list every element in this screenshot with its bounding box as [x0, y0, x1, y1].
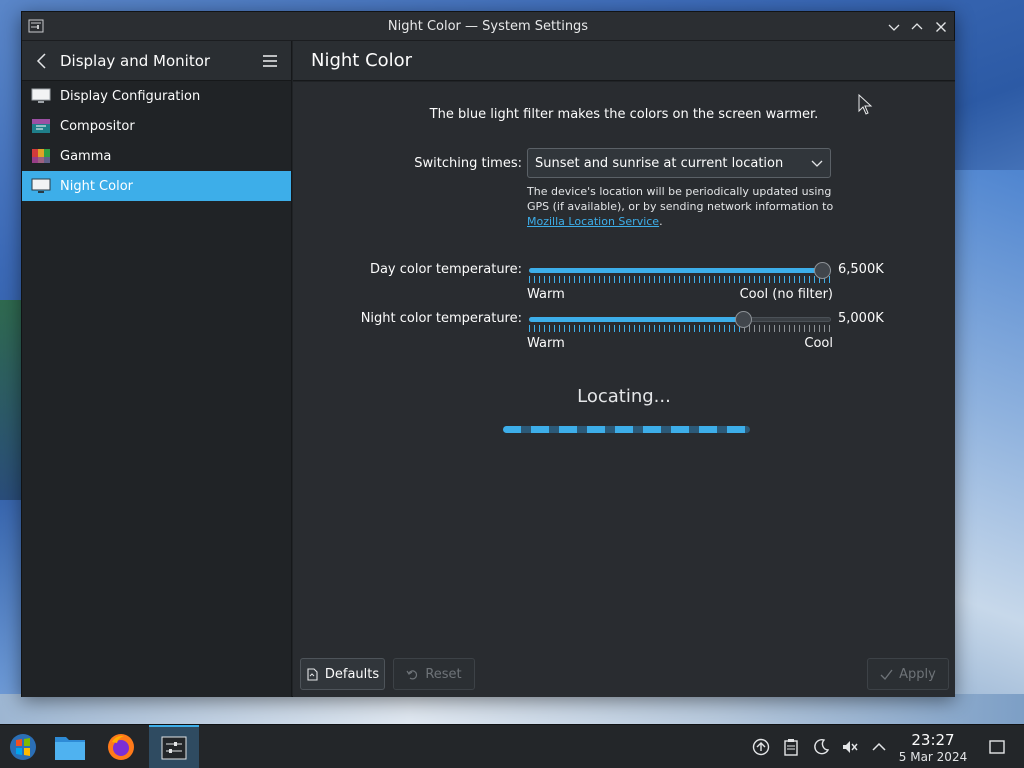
sidebar-list: Display Configuration Compositor Gamma N… [22, 81, 291, 201]
location-help-text: The device's location will be periodical… [527, 184, 837, 229]
content-panel: Night Color The blue light filter makes … [293, 41, 955, 697]
day-cool-label: Cool (no filter) [739, 287, 833, 302]
title-bar[interactable]: Night Color — System Settings [22, 12, 954, 41]
chevron-up-icon[interactable] [870, 738, 888, 756]
taskbar-system-settings[interactable] [149, 725, 199, 768]
system-settings-app-icon[interactable] [28, 18, 44, 34]
footer-buttons: Defaults Reset Apply [293, 657, 955, 697]
sidebar-item-label: Display Configuration [60, 88, 201, 104]
gamma-icon [32, 149, 50, 163]
day-temperature-value: 6,500K [838, 262, 884, 277]
slider-handle[interactable] [735, 311, 752, 328]
application-launcher[interactable] [0, 725, 46, 768]
slider-fill [529, 268, 831, 273]
sidebar-header: Display and Monitor [22, 41, 291, 81]
minimize-button[interactable] [884, 17, 904, 37]
sidebar-item-gamma[interactable]: Gamma [22, 141, 291, 171]
document-defaults-icon [307, 667, 318, 681]
slider-handle[interactable] [814, 262, 831, 279]
page-title: Night Color [311, 50, 413, 71]
wallpaper-bottom [0, 694, 1024, 724]
sidebar-item-compositor[interactable]: Compositor [22, 111, 291, 141]
defaults-label: Defaults [324, 666, 380, 682]
folder-icon [55, 737, 85, 760]
slider-ticks-active [529, 325, 743, 332]
chevron-up-icon [911, 23, 923, 30]
system-settings-icon [161, 736, 187, 760]
day-warm-label: Warm [527, 287, 565, 302]
update-notifier-icon[interactable] [752, 738, 770, 756]
clipboard-icon[interactable] [782, 738, 800, 756]
help-text-suffix: . [659, 215, 663, 228]
sidebar-item-label: Night Color [60, 178, 133, 194]
taskbar-file-manager[interactable] [47, 725, 93, 768]
undo-icon [406, 669, 418, 679]
night-color-settings: The blue light filter makes the colors o… [293, 82, 955, 657]
sidebar-item-display-configuration[interactable]: Display Configuration [22, 81, 291, 111]
reset-button[interactable]: Reset [393, 658, 475, 690]
busy-indicator [503, 426, 750, 433]
night-cool-label: Cool [804, 336, 833, 351]
apply-label: Apply [899, 666, 936, 682]
volume-muted-icon[interactable] [841, 738, 859, 756]
sidebar-title: Display and Monitor [60, 51, 211, 70]
clock-date[interactable]: 5 Mar 2024 [896, 750, 970, 764]
night-color-icon [31, 178, 51, 193]
close-icon [936, 22, 946, 32]
apply-button[interactable]: Apply [867, 658, 949, 690]
mouse-cursor-icon [858, 94, 873, 115]
night-warm-label: Warm [527, 336, 565, 351]
defaults-button[interactable]: Defaults [300, 658, 385, 690]
back-arrow-icon[interactable] [34, 52, 50, 69]
day-temperature-label: Day color temperature: [369, 262, 522, 277]
locating-status: Locating... [577, 386, 671, 407]
chevron-down-icon [888, 24, 900, 31]
hamburger-menu-icon[interactable] [261, 52, 279, 70]
description-text: The blue light filter makes the colors o… [429, 107, 819, 122]
system-settings-window: Night Color — System Settings Display an… [21, 11, 955, 697]
night-color-tray-icon[interactable] [812, 738, 830, 756]
switching-times-value: Sunset and sunrise at current location [535, 155, 784, 171]
slider-ticks [529, 276, 831, 283]
sidebar-item-label: Gamma [60, 148, 112, 164]
window-title: Night Color — System Settings [387, 18, 589, 34]
compositor-icon [32, 119, 50, 133]
wallpaper-right [954, 170, 1024, 710]
clock-time[interactable]: 23:27 [905, 731, 961, 749]
windows-logo-icon [10, 734, 36, 760]
maximize-button[interactable] [907, 17, 927, 37]
night-temperature-value: 5,000K [838, 311, 884, 326]
monitor-icon [31, 88, 51, 103]
day-temperature-slider[interactable] [529, 262, 831, 286]
content-header: Night Color [293, 41, 955, 81]
close-button[interactable] [931, 17, 951, 37]
switching-times-dropdown[interactable]: Sunset and sunrise at current location [527, 148, 831, 178]
firefox-icon [108, 734, 134, 760]
night-temperature-slider[interactable] [529, 311, 831, 335]
show-desktop-icon[interactable] [988, 738, 1006, 756]
slider-fill [529, 317, 743, 322]
sidebar: Display and Monitor Display Configuratio… [22, 41, 292, 697]
sidebar-item-night-color[interactable]: Night Color [22, 171, 291, 201]
help-text: The device's location will be periodical… [527, 185, 834, 213]
mozilla-location-service-link[interactable]: Mozilla Location Service [527, 215, 659, 228]
checkmark-icon [880, 669, 893, 680]
reset-label: Reset [425, 666, 462, 682]
switching-times-label: Switching times: [414, 156, 522, 171]
chevron-down-icon [811, 160, 823, 167]
taskbar-firefox[interactable] [98, 725, 144, 768]
sidebar-item-label: Compositor [60, 118, 135, 134]
night-temperature-label: Night color temperature: [360, 311, 522, 326]
taskbar: 23:27 5 Mar 2024 [0, 724, 1024, 768]
